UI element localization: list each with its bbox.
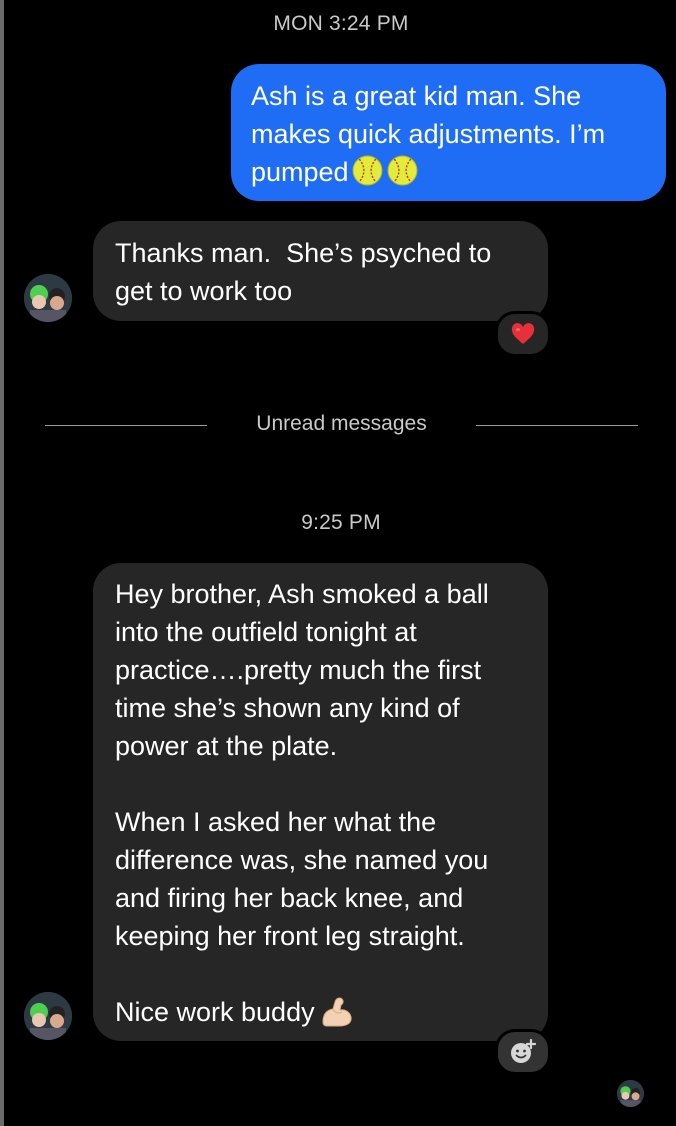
add-reaction-button[interactable] — [495, 1029, 551, 1075]
message-text-line: difference was, she named you — [115, 845, 489, 875]
message-text-line: Nice work buddy — [115, 993, 530, 1031]
avatar[interactable] — [24, 992, 72, 1040]
softball-icon — [387, 155, 418, 186]
avatar-image — [24, 992, 72, 1040]
flexed-biceps-icon — [322, 997, 352, 1027]
avatar-image — [24, 274, 72, 322]
message-reaction[interactable] — [495, 311, 551, 357]
red-heart-icon — [511, 323, 535, 344]
message-text-line: and firing her back knee, and — [115, 883, 464, 913]
message-text-line: Ash is a great kid man. She — [251, 81, 582, 111]
softball-icon — [352, 155, 383, 186]
message-text: Nice work buddy — [115, 997, 315, 1027]
message-text-line: makes quick adjustments. I’m — [251, 119, 606, 149]
message-bubble-incoming[interactable]: Hey brother, Ash smoked a ball into the o… — [93, 563, 548, 1041]
message-text-line: Hey brother, Ash smoked a ball — [115, 579, 489, 609]
message-text: pumped — [251, 157, 349, 187]
message-text-line: pumped — [251, 153, 648, 191]
message-text-line: ​ — [115, 765, 530, 803]
message-text-line: time she’s shown any kind of — [115, 693, 460, 723]
avatar-image — [617, 1080, 644, 1107]
add-reaction-icon — [511, 1038, 537, 1063]
message-text-line: When I asked her what the — [115, 807, 437, 837]
message-bubble-outgoing[interactable]: Ash is a great kid man. She makes quick a… — [231, 64, 666, 201]
divider-line — [476, 425, 638, 426]
divider-line — [45, 425, 207, 426]
timestamp: 9:25 PM — [301, 511, 381, 534]
message-text-line: power at the plate. — [115, 731, 338, 761]
timestamp: MON 3:24 PM — [273, 12, 409, 35]
read-receipt-avatar — [617, 1080, 644, 1107]
message-text-line: practice….pretty much the first — [115, 655, 482, 685]
message-text-line: into the outfield tonight at — [115, 617, 417, 647]
message-bubble-incoming[interactable]: Thanks man. She’s psyched to get to work … — [93, 221, 548, 321]
window-edge — [0, 0, 4, 1126]
unread-divider-label: Unread messages — [256, 412, 427, 435]
message-text-line: keeping her front leg straight. — [115, 921, 465, 951]
avatar[interactable] — [24, 274, 72, 322]
message-text-line: ​ — [115, 955, 530, 993]
message-text-line: Thanks man. She’s psyched to — [115, 238, 492, 268]
message-text-line: get to work too — [115, 276, 293, 306]
